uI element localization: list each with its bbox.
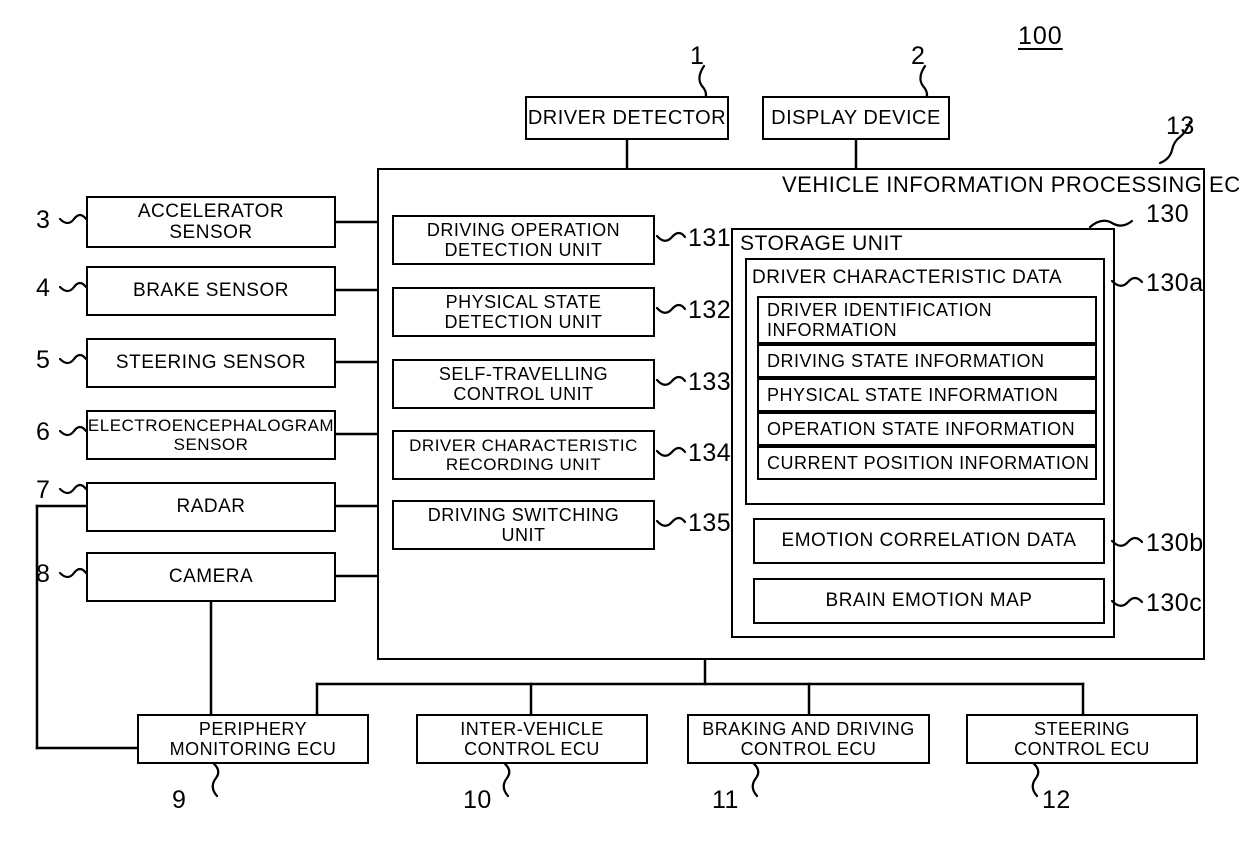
box-driving-state-information[interactable]: DRIVING STATE INFORMATION (757, 344, 1097, 378)
box-current-position-information[interactable]: CURRENT POSITION INFORMATION (757, 446, 1097, 480)
ref-accelerator-sensor: 3 (36, 206, 51, 234)
ref-brake-sensor: 4 (36, 274, 51, 302)
box-steering-sensor[interactable]: STEERING SENSOR (86, 338, 336, 388)
ref-driver-detector: 1 (690, 42, 705, 70)
storage-unit-title: STORAGE UNIT (740, 232, 904, 255)
box-electroencephalogram-sensor[interactable]: ELECTROENCEPHALOGRAM SENSOR (86, 410, 336, 460)
ref-driver-characteristic-data: 130a (1146, 269, 1204, 297)
box-operation-state-information[interactable]: OPERATION STATE INFORMATION (757, 412, 1097, 446)
box-driving-switching-unit[interactable]: DRIVING SWITCHING UNIT (392, 500, 655, 550)
box-display-device[interactable]: DISPLAY DEVICE (762, 96, 950, 140)
ref-emotion-correlation-data: 130b (1146, 529, 1204, 557)
box-emotion-correlation-data[interactable]: EMOTION CORRELATION DATA (753, 518, 1105, 564)
ref-driving-operation-detection-unit: 131 (688, 224, 732, 252)
box-radar[interactable]: RADAR (86, 482, 336, 532)
box-braking-and-driving-control-ecu[interactable]: BRAKING AND DRIVING CONTROL ECU (687, 714, 930, 764)
ref-steering-sensor: 5 (36, 346, 51, 374)
box-steering-control-ecu[interactable]: STEERING CONTROL ECU (966, 714, 1198, 764)
box-driver-characteristic-recording-unit[interactable]: DRIVER CHARACTERISTIC RECORDING UNIT (392, 430, 655, 480)
patent-figure-canvas: 100 DRIVER DETECTOR 1 DISPLAY DEVICE 2 V… (0, 0, 1240, 842)
box-self-travelling-control-unit[interactable]: SELF-TRAVELLING CONTROL UNIT (392, 359, 655, 409)
figure-system-number: 100 (1018, 22, 1063, 50)
ref-self-travelling-control-unit: 133 (688, 368, 732, 396)
ref-periphery-monitoring-ecu: 9 (172, 786, 187, 814)
ref-electroencephalogram-sensor: 6 (36, 418, 51, 446)
box-brake-sensor[interactable]: BRAKE SENSOR (86, 266, 336, 316)
box-periphery-monitoring-ecu[interactable]: PERIPHERY MONITORING ECU (137, 714, 369, 764)
ref-brain-emotion-map: 130c (1146, 589, 1203, 617)
driver-characteristic-data-title: DRIVER CHARACTERISTIC DATA (752, 267, 1062, 288)
ref-vehicle-information-processing-ecu: 13 (1166, 112, 1195, 140)
ref-display-device: 2 (911, 42, 926, 70)
ref-steering-control-ecu: 12 (1042, 786, 1071, 814)
ref-driver-characteristic-recording-unit: 134 (688, 439, 732, 467)
box-brain-emotion-map[interactable]: BRAIN EMOTION MAP (753, 578, 1105, 624)
box-physical-state-information[interactable]: PHYSICAL STATE INFORMATION (757, 378, 1097, 412)
vehicle-information-processing-ecu-title: VEHICLE INFORMATION PROCESSING ECU (782, 172, 1240, 197)
ref-radar: 7 (36, 476, 51, 504)
box-driver-identification-information[interactable]: DRIVER IDENTIFICATION INFORMATION (757, 296, 1097, 344)
ref-inter-vehicle-control-ecu: 10 (463, 786, 492, 814)
box-driver-detector[interactable]: DRIVER DETECTOR (525, 96, 729, 140)
box-accelerator-sensor[interactable]: ACCELERATOR SENSOR (86, 196, 336, 248)
ref-storage-unit: 130 (1146, 200, 1190, 228)
ref-physical-state-detection-unit: 132 (688, 296, 732, 324)
box-camera[interactable]: CAMERA (86, 552, 336, 602)
ref-camera: 8 (36, 560, 51, 588)
ref-braking-and-driving-control-ecu: 11 (712, 786, 739, 814)
box-driving-operation-detection-unit[interactable]: DRIVING OPERATION DETECTION UNIT (392, 215, 655, 265)
box-inter-vehicle-control-ecu[interactable]: INTER-VEHICLE CONTROL ECU (416, 714, 648, 764)
ref-driving-switching-unit: 135 (688, 509, 732, 537)
box-physical-state-detection-unit[interactable]: PHYSICAL STATE DETECTION UNIT (392, 287, 655, 337)
